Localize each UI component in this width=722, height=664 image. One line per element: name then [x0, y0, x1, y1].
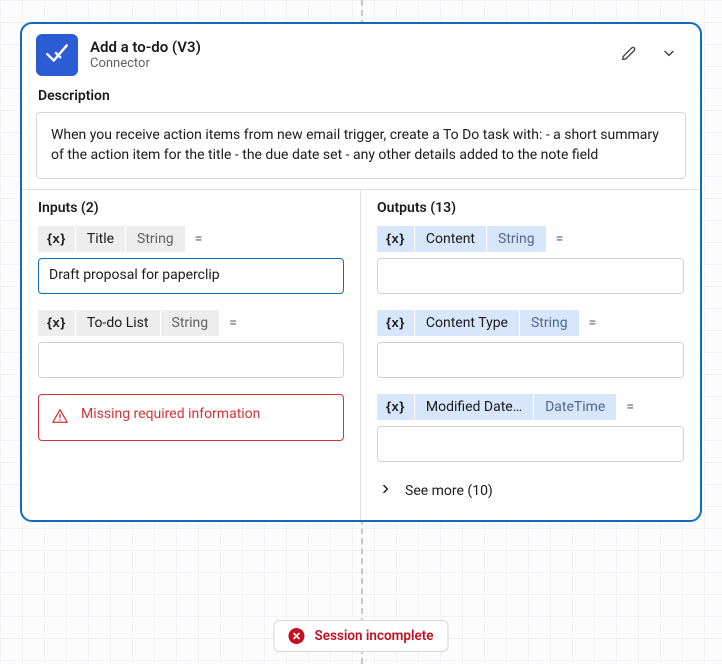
output-value[interactable] — [377, 258, 684, 294]
checkmark-icon — [44, 40, 70, 70]
error-text: Missing required information — [81, 405, 260, 424]
description-label: Description — [22, 82, 700, 110]
card-title: Add a to-do (V3) — [90, 38, 610, 57]
input-name: Title — [76, 226, 126, 252]
card-header: Add a to-do (V3) Connector — [22, 24, 700, 82]
input-tag[interactable]: {x} Title String = — [38, 226, 202, 252]
input-type: String — [126, 226, 185, 252]
input-name: To-do List — [76, 310, 161, 336]
equals-sign: = — [546, 226, 564, 252]
equals-sign: = — [219, 310, 237, 336]
output-field: {x} Content Type String = — [377, 310, 684, 378]
output-type: String — [487, 226, 546, 252]
output-value[interactable] — [377, 342, 684, 378]
see-more-button[interactable]: See more (10) — [377, 478, 684, 504]
session-status-text: Session incomplete — [314, 628, 433, 644]
output-name: Content — [415, 226, 487, 252]
output-tag[interactable]: {x} Content String = — [377, 226, 563, 252]
warning-icon — [51, 405, 69, 431]
input-value[interactable]: Draft proposal for paperclip — [38, 258, 344, 294]
pencil-icon — [620, 44, 638, 66]
output-field: {x} Modified Date… DateTime = — [377, 394, 684, 462]
outputs-heading: Outputs (13) — [377, 200, 684, 216]
inputs-column: Inputs (2) {x} Title String = Draft prop… — [22, 190, 361, 520]
output-tag[interactable]: {x} Content Type String = — [377, 310, 596, 336]
outputs-column: Outputs (13) {x} Content String = {x} Co… — [361, 190, 700, 520]
equals-sign: = — [185, 226, 203, 252]
session-status-pill[interactable]: Session incomplete — [273, 620, 448, 652]
output-field: {x} Content String = — [377, 226, 684, 294]
inputs-heading: Inputs (2) — [38, 200, 344, 216]
variable-token-icon: {x} — [377, 226, 415, 252]
equals-sign: = — [616, 394, 634, 420]
output-name: Modified Date… — [415, 394, 534, 420]
variable-token-icon: {x} — [377, 310, 415, 336]
variable-token-icon: {x} — [38, 310, 76, 336]
chevron-right-icon — [379, 482, 393, 500]
error-dot-icon — [288, 628, 304, 644]
output-value[interactable] — [377, 426, 684, 462]
card-subtitle: Connector — [90, 56, 610, 72]
description-text: When you receive action items from new e… — [36, 112, 686, 179]
input-tag[interactable]: {x} To-do List String = — [38, 310, 237, 336]
variable-token-icon: {x} — [38, 226, 76, 252]
equals-sign: = — [579, 310, 597, 336]
io-grid: Inputs (2) {x} Title String = Draft prop… — [22, 189, 700, 520]
collapse-button[interactable] — [658, 44, 680, 66]
validation-error: Missing required information — [38, 394, 344, 442]
connector-icon-tile — [36, 34, 78, 76]
output-tag[interactable]: {x} Modified Date… DateTime = — [377, 394, 634, 420]
input-type: String — [161, 310, 220, 336]
action-card: Add a to-do (V3) Connector Description — [20, 22, 702, 522]
output-name: Content Type — [415, 310, 520, 336]
input-value[interactable] — [38, 342, 344, 378]
input-field: {x} Title String = Draft proposal for pa… — [38, 226, 344, 294]
variable-token-icon: {x} — [377, 394, 415, 420]
input-field: {x} To-do List String = — [38, 310, 344, 378]
chevron-down-icon — [661, 45, 677, 65]
see-more-label: See more (10) — [405, 483, 493, 499]
edit-button[interactable] — [618, 44, 640, 66]
output-type: DateTime — [534, 394, 616, 420]
output-type: String — [520, 310, 579, 336]
